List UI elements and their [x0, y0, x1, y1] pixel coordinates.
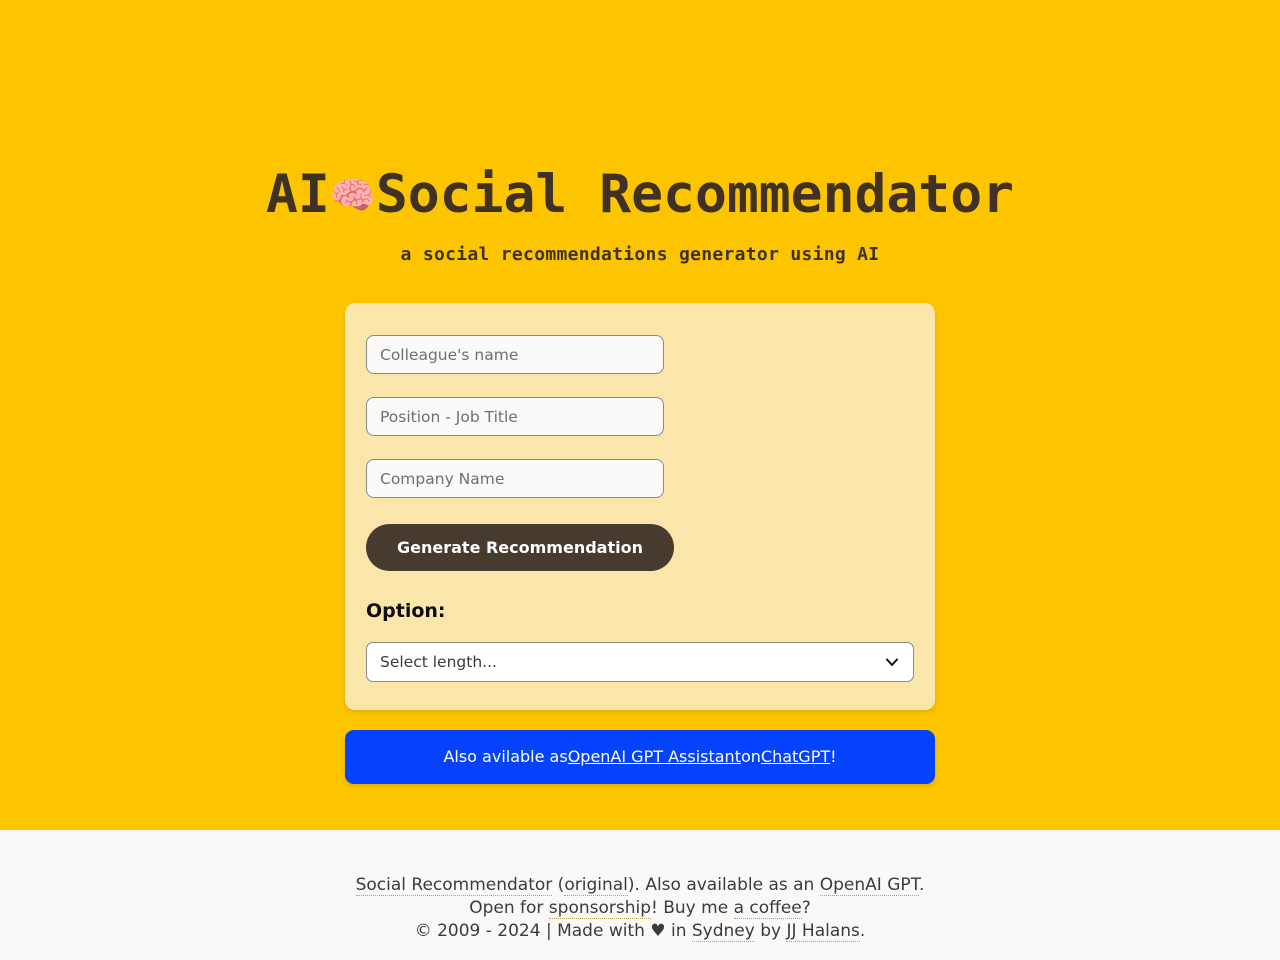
- promo-banner[interactable]: Also avilable as OpenAI GPT Assistant on…: [345, 730, 935, 784]
- length-select[interactable]: Select length...: [366, 642, 914, 682]
- page-root: AI 🧠 Social Recommendator a social recomme…: [0, 0, 1280, 960]
- footer-line3-text2: in: [665, 921, 692, 941]
- recommendation-form-card: Generate Recommendation Option: Select l…: [345, 303, 935, 710]
- page-title-suffix: Social Recommendator: [375, 164, 1015, 225]
- heart-icon: ♥: [650, 921, 666, 941]
- footer-line-1: Social Recommendator (original). Also av…: [355, 874, 925, 897]
- page-title-prefix: AI: [265, 164, 330, 225]
- brain-icon: 🧠: [329, 174, 376, 217]
- site-footer: Social Recommendator (original). Also av…: [0, 830, 1280, 960]
- footer-line1-text3: .: [919, 875, 925, 895]
- promo-text-after: !: [830, 747, 837, 766]
- page-subtitle: a social recommendations generator using…: [400, 244, 880, 265]
- company-name-input[interactable]: [366, 459, 664, 498]
- colleague-name-input[interactable]: [366, 335, 664, 374]
- footer-line3-text4: .: [859, 921, 866, 941]
- footer-original-link[interactable]: original: [564, 875, 628, 896]
- length-select-wrapper: Select length...: [366, 642, 914, 682]
- footer-openai-gpt-link[interactable]: OpenAI GPT: [819, 875, 919, 896]
- footer-coffee-link[interactable]: a coffee: [733, 898, 802, 919]
- footer-line2-text3: ?: [801, 898, 811, 918]
- footer-line2-text1: Open for: [469, 898, 549, 918]
- footer-line-3: © 2009 - 2024 | Made with ♥ in Sydney by…: [414, 920, 866, 943]
- hero-section: AI 🧠 Social Recommendator a social recomme…: [0, 0, 1280, 830]
- position-job-title-input[interactable]: [366, 397, 664, 436]
- footer-copyright-text: © 2009 - 2024 | Made with: [414, 921, 651, 941]
- footer-author-link[interactable]: JJ Halans: [786, 921, 860, 942]
- footer-line-2: Open for sponsorship! Buy me a coffee?: [469, 897, 811, 920]
- footer-sponsorship-link[interactable]: sponsorship: [548, 898, 652, 919]
- footer-line1-text1: (: [552, 875, 565, 895]
- promo-text-middle: on: [740, 747, 761, 766]
- promo-text-before: Also avilable as: [443, 747, 568, 766]
- footer-social-recommendator-link[interactable]: Social Recommendator: [355, 875, 553, 896]
- footer-sydney-link[interactable]: Sydney: [691, 921, 755, 942]
- footer-line1-text2: ). Also available as an: [627, 875, 820, 895]
- footer-line2-text2: ! Buy me: [651, 898, 734, 918]
- chatgpt-link[interactable]: ChatGPT: [761, 749, 830, 765]
- footer-line3-text3: by: [754, 921, 787, 941]
- page-title: AI 🧠 Social Recommendator: [266, 168, 1014, 221]
- generate-recommendation-button[interactable]: Generate Recommendation: [366, 524, 674, 571]
- option-label: Option:: [366, 600, 446, 622]
- openai-gpt-assistant-link[interactable]: OpenAI GPT Assistant: [568, 749, 741, 765]
